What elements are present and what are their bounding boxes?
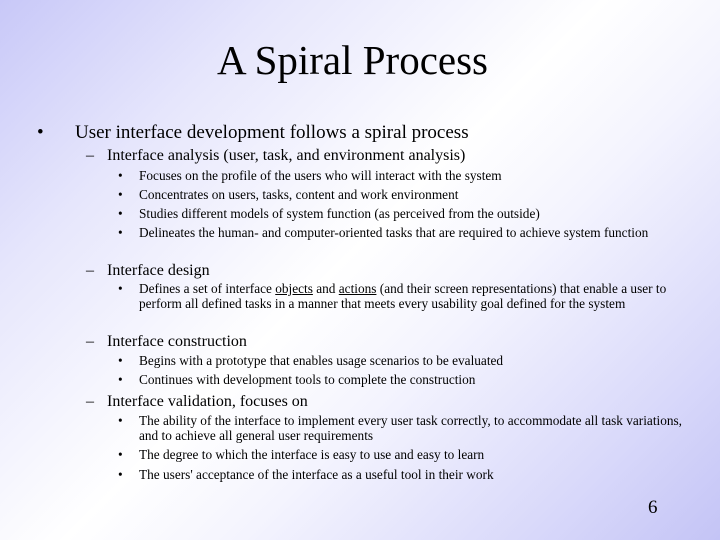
dash-icon: – — [86, 262, 94, 279]
bullet-icon: • — [118, 281, 123, 296]
bullet-icon: • — [118, 187, 123, 202]
underlined-term-objects: objects — [275, 281, 313, 296]
text-run: and — [312, 281, 339, 296]
dash-icon: – — [86, 147, 94, 164]
list-item-text: Studies different models of system funct… — [139, 206, 540, 221]
bullet-icon: • — [118, 353, 123, 368]
list-item-text: Continues with development tools to comp… — [139, 372, 476, 387]
bullet-icon: • — [118, 467, 123, 482]
page-number: 6 — [648, 497, 658, 518]
bullet-icon: • — [118, 168, 123, 183]
bullet-icon: • — [37, 122, 44, 143]
section-heading-text: Interface construction — [107, 333, 247, 350]
bullet-icon: • — [118, 206, 123, 221]
list-item-text: The degree to which the interface is eas… — [139, 447, 485, 462]
dash-icon: – — [86, 393, 94, 410]
bullet-icon: • — [118, 372, 123, 387]
list-item-text: Focuses on the profile of the users who … — [139, 168, 502, 183]
bullet-icon: • — [118, 447, 123, 462]
list-item-text: Delineates the human- and computer-orien… — [139, 225, 649, 240]
dash-icon: – — [86, 333, 94, 350]
list-item-text: Begins with a prototype that enables usa… — [139, 353, 504, 368]
underlined-term-actions: actions — [338, 281, 377, 296]
list-item-text: The users' acceptance of the interface a… — [139, 467, 494, 482]
bullet-icon: • — [118, 413, 123, 428]
main-bullet-text: User interface development follows a spi… — [75, 122, 469, 143]
bullet-icon: • — [118, 225, 123, 240]
section-heading-text: Interface analysis (user, task, and envi… — [107, 147, 466, 164]
section-heading-text: Interface design — [107, 262, 210, 279]
list-item-text: Concentrates on users, tasks, content an… — [139, 187, 459, 202]
list-item-text: The ability of the interface to implemen… — [139, 413, 682, 443]
list-item-text: Defines a set of interface objects and a… — [139, 281, 699, 311]
text-run: Defines a set of interface — [139, 281, 276, 296]
section-heading-text: Interface validation, focuses on — [107, 393, 308, 410]
slide-title: A Spiral Process — [216, 37, 489, 83]
